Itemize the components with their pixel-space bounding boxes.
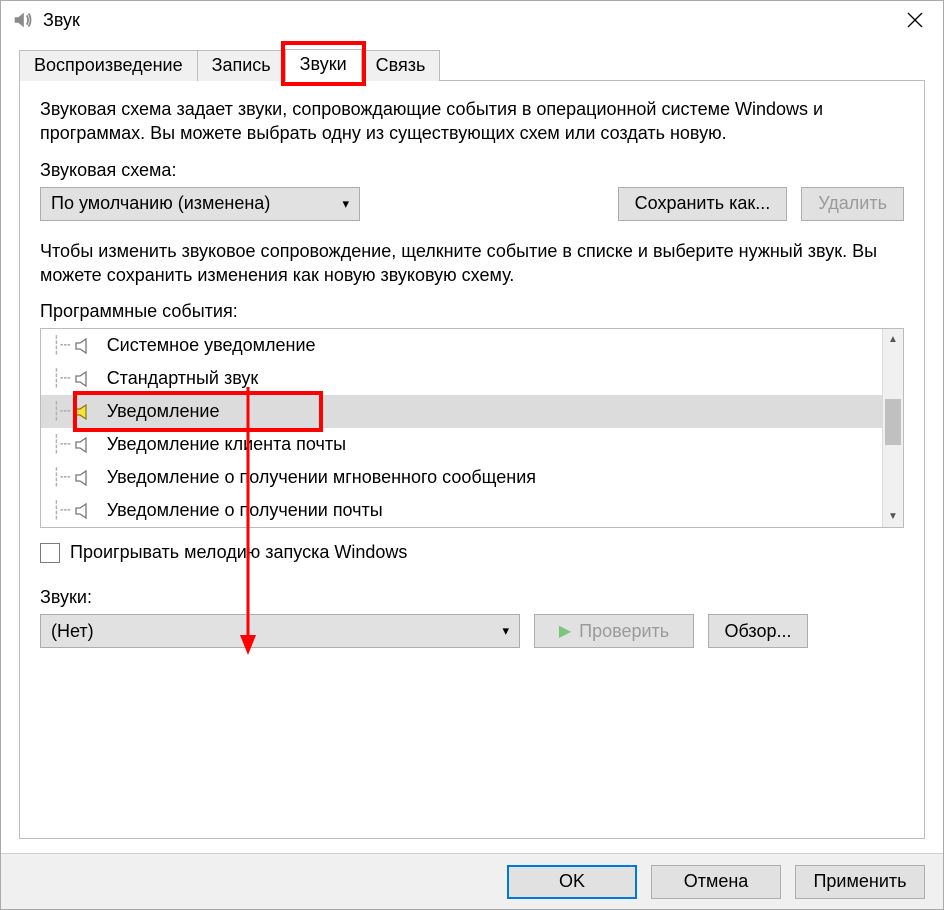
event-label: Системное уведомление [107, 335, 316, 356]
close-button[interactable] [893, 4, 937, 36]
speaker-icon [73, 468, 97, 488]
close-icon [907, 12, 923, 28]
delete-button: Удалить [801, 187, 904, 221]
test-button: ▶ Проверить [534, 614, 694, 648]
sound-dialog: Звук Воспроизведение Запись Звуки Связь … [0, 0, 944, 910]
scroll-down-button[interactable]: ▼ [883, 506, 903, 527]
sound-app-icon [11, 9, 33, 31]
sound-select[interactable]: (Нет) ▾ [40, 614, 520, 648]
cancel-button[interactable]: Отмена [651, 865, 781, 899]
scheme-label: Звуковая схема: [40, 160, 904, 181]
scroll-up-button[interactable]: ▲ [883, 329, 903, 350]
tab-label: Связь [376, 55, 426, 75]
scroll-thumb[interactable] [885, 399, 901, 445]
event-label: Уведомление о получении почты [107, 500, 383, 521]
tab-sounds[interactable]: Звуки [285, 49, 362, 81]
event-row[interactable]: ┊┄ Уведомление клиента почты [41, 428, 882, 461]
startup-sound-label: Проигрывать мелодию запуска Windows [70, 542, 407, 563]
speaker-icon [73, 501, 97, 521]
tab-label: Звуки [300, 54, 347, 74]
event-row[interactable]: ┊┄ Стандартный звук [41, 362, 882, 395]
scheme-select[interactable]: По умолчанию (изменена) ▾ [40, 187, 360, 221]
events-label: Программные события: [40, 301, 904, 322]
sounds-panel: Звуковая схема задает звуки, сопровождаю… [19, 80, 925, 839]
event-row[interactable]: ┊┄ Системное уведомление [41, 329, 882, 362]
tree-connector-icon: ┊┄ [51, 368, 69, 389]
sound-select-row: (Нет) ▾ ▶ Проверить Обзор... [40, 614, 904, 648]
play-icon: ▶ [559, 621, 571, 641]
event-row[interactable]: ┊┄ Уведомление о получении мгновенного с… [41, 461, 882, 494]
sound-value: (Нет) [51, 621, 94, 642]
events-description: Чтобы изменить звуковое сопровождение, щ… [40, 239, 904, 288]
tab-label: Воспроизведение [34, 55, 183, 75]
startup-sound-checkbox[interactable] [40, 543, 60, 563]
event-label: Уведомление о получении мгновенного сооб… [107, 467, 536, 488]
speaker-icon [73, 435, 97, 455]
window-title: Звук [43, 10, 893, 31]
event-label: Стандартный звук [107, 368, 259, 389]
ok-button[interactable]: OK [507, 865, 637, 899]
titlebar: Звук [1, 1, 943, 39]
save-as-button[interactable]: Сохранить как... [618, 187, 788, 221]
scheme-value: По умолчанию (изменена) [51, 193, 270, 214]
speaker-sound-icon [73, 402, 97, 422]
browse-button[interactable]: Обзор... [708, 614, 808, 648]
startup-sound-row: Проигрывать мелодию запуска Windows [40, 542, 904, 563]
event-label: Уведомление [107, 401, 220, 422]
event-row-selected[interactable]: ┊┄ Уведомление [41, 395, 882, 428]
speaker-icon [73, 369, 97, 389]
tree-connector-icon: ┊┄ [51, 467, 69, 488]
sounds-label: Звуки: [40, 587, 904, 608]
tabstrip: Воспроизведение Запись Звуки Связь [1, 49, 943, 81]
vertical-scrollbar[interactable]: ▲ ▼ [882, 329, 903, 527]
event-row[interactable]: ┊┄ Уведомление о получении почты [41, 494, 882, 527]
speaker-icon [73, 336, 97, 356]
events-listbox[interactable]: ┊┄ Системное уведомление ┊┄ Стандартный … [40, 328, 904, 528]
chevron-down-icon: ▾ [342, 196, 349, 212]
dialog-button-bar: OK Отмена Применить [1, 853, 943, 909]
scheme-description: Звуковая схема задает звуки, сопровождаю… [40, 97, 904, 146]
apply-button[interactable]: Применить [795, 865, 925, 899]
event-label: Уведомление клиента почты [107, 434, 346, 455]
tree-connector-icon: ┊┄ [51, 500, 69, 521]
tab-recording[interactable]: Запись [197, 50, 286, 81]
scheme-row: По умолчанию (изменена) ▾ Сохранить как.… [40, 187, 904, 221]
tab-playback[interactable]: Воспроизведение [19, 50, 198, 81]
tree-connector-icon: ┊┄ [51, 335, 69, 356]
tree-connector-icon: ┊┄ [51, 434, 69, 455]
tree-connector-icon: ┊┄ [51, 401, 69, 422]
chevron-down-icon: ▾ [502, 623, 509, 639]
tab-communications[interactable]: Связь [361, 50, 441, 81]
tab-label: Запись [212, 55, 271, 75]
